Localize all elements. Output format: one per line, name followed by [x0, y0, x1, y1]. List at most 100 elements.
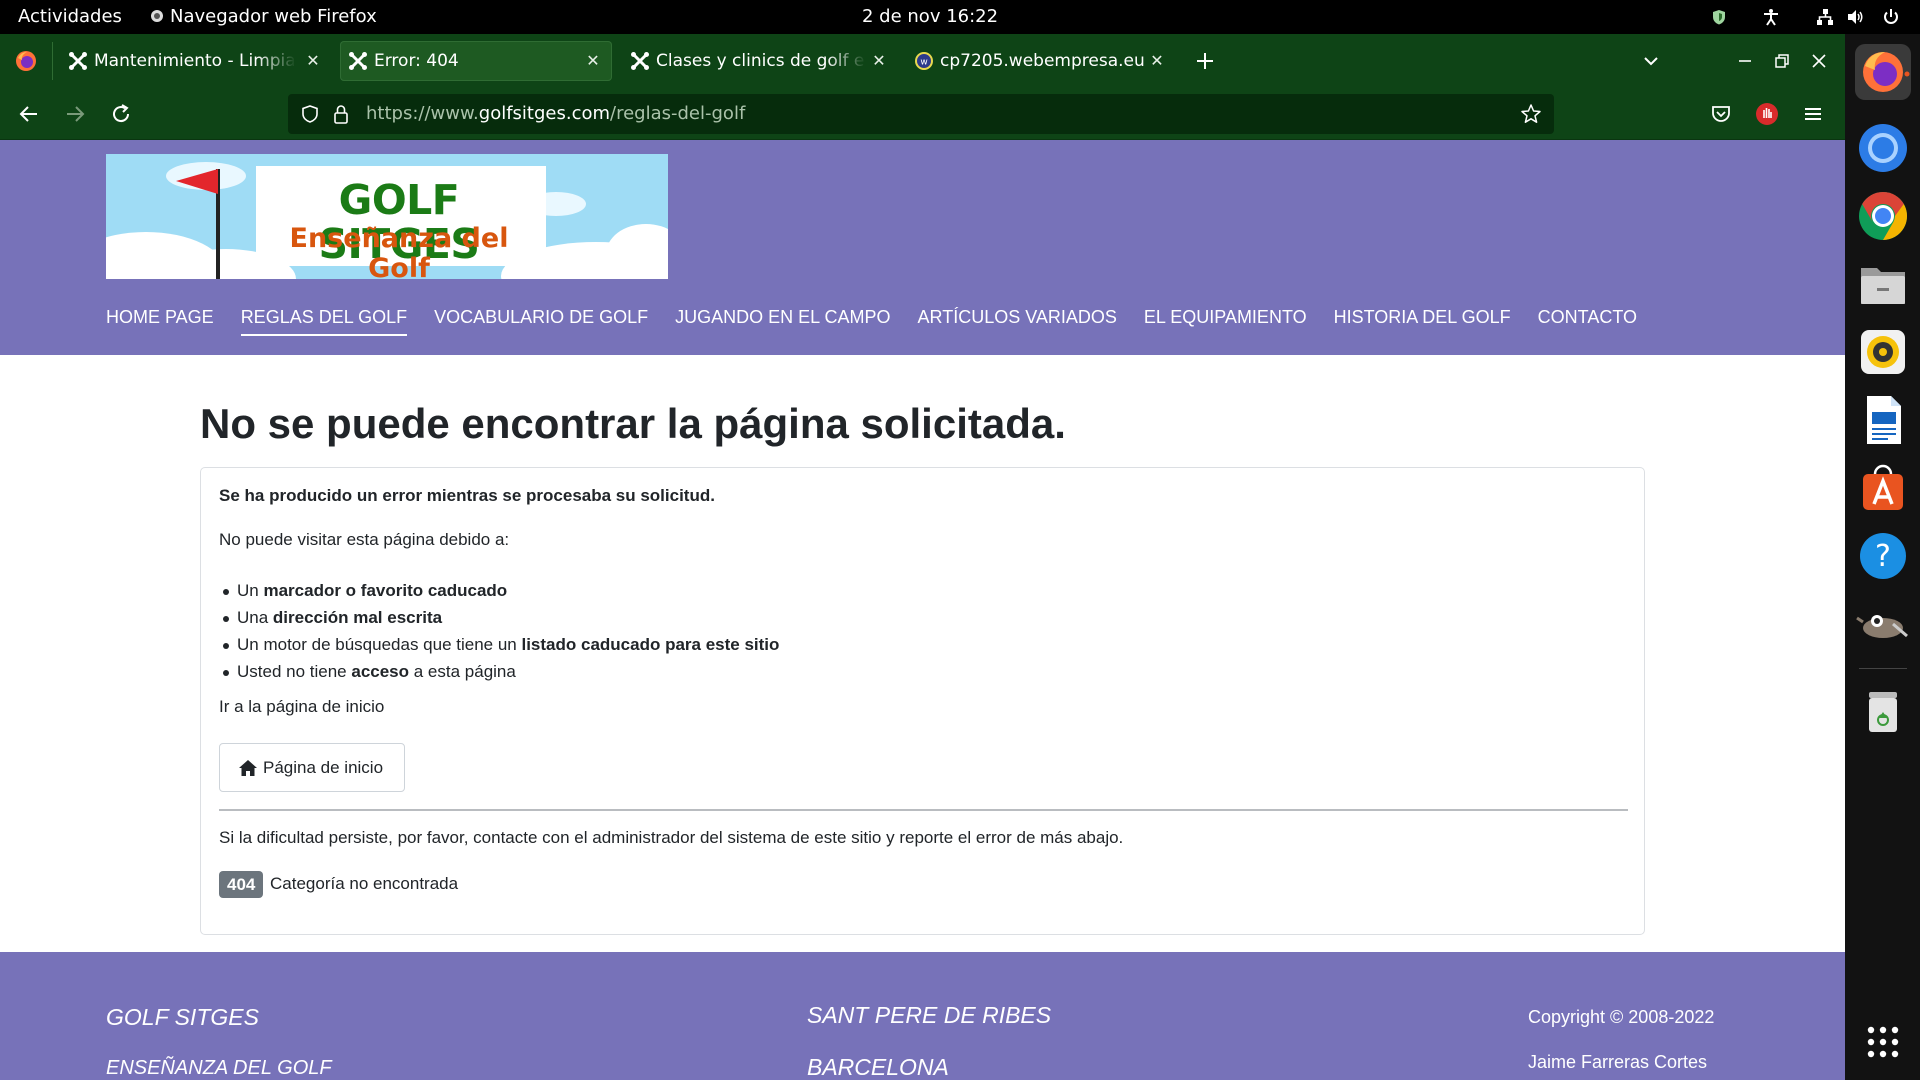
dock-trash[interactable]: [1855, 684, 1911, 740]
navigation-toolbar: https://www.golfsitges.com/reglas-del-go…: [0, 88, 1845, 140]
url-path: /reglas-del-golf: [610, 103, 746, 124]
joomla-icon: [631, 52, 649, 70]
dock-gimp[interactable]: [1855, 596, 1911, 652]
menu-item-jugando-en-el-campo[interactable]: JUGANDO EN EL CAMPO: [675, 306, 890, 336]
joomla-icon: [69, 52, 87, 70]
tab-list-chevron-down-icon[interactable]: [1642, 52, 1660, 70]
accessibility-icon[interactable]: [1762, 8, 1780, 26]
close-icon[interactable]: ✕: [870, 51, 888, 71]
main-menu: HOME PAGE REGLAS DEL GOLF VOCABULARIO DE…: [106, 306, 1664, 336]
trash-icon: [1869, 692, 1897, 732]
dock-rhythmbox[interactable]: [1855, 324, 1911, 380]
footer-col2-line1: SANT PERE DE RIBES: [807, 1002, 1052, 1028]
menu-item-home-page[interactable]: HOME PAGE: [106, 306, 214, 336]
extension-icon[interactable]: [1754, 101, 1780, 127]
list-item: Usted no tiene acceso a esta página: [219, 658, 779, 685]
reason-emphasis: acceso: [351, 662, 410, 681]
chrome-icon: [1859, 192, 1908, 240]
error-intro: Se ha producido un error mientras se pro…: [219, 486, 715, 505]
footer-col1-line1: GOLF SITGES: [106, 1004, 259, 1030]
menu-item-el-equipamiento[interactable]: EL EQUIPAMIENTO: [1144, 306, 1307, 336]
menu-item-vocabulario-de-golf[interactable]: VOCABULARIO DE GOLF: [434, 306, 648, 336]
firefox-small-icon: [151, 10, 163, 22]
system-top-bar: Actividades Navegador web Firefox 2 de n…: [0, 0, 1920, 34]
minimize-icon[interactable]: [1736, 52, 1754, 70]
tab-2[interactable]: Clases y clinics de golf en ✕: [622, 41, 894, 81]
new-tab-icon[interactable]: [1196, 52, 1214, 70]
lock-icon[interactable]: [332, 103, 350, 125]
clock[interactable]: 2 de nov 16:22: [862, 7, 998, 27]
reason-text: Usted no tiene: [237, 662, 352, 681]
home-button-label: Página de inicio: [263, 758, 384, 777]
url-bar[interactable]: https://www.golfsitges.com/reglas-del-go…: [288, 94, 1554, 134]
menu-item-articulos-variados[interactable]: ARTÍCULOS VARIADOS: [918, 306, 1117, 336]
tab-fade: [826, 41, 866, 81]
divider: [219, 809, 1628, 811]
app-menu[interactable]: Navegador web Firefox: [150, 7, 377, 27]
power-icon[interactable]: [1882, 8, 1900, 26]
app-name: Navegador web Firefox: [170, 6, 377, 27]
list-item: Un marcador o favorito caducado: [219, 577, 779, 604]
activities-button[interactable]: Actividades: [18, 7, 122, 27]
footer-col1-line2: ENSEÑANZA DEL GOLF: [106, 1057, 332, 1079]
tab-1[interactable]: Error: 404 ✕: [340, 41, 612, 81]
joomla-icon: [349, 52, 367, 70]
error-card: Se ha producido un error mientras se pro…: [200, 467, 1645, 935]
reason-emphasis: dirección mal escrita: [272, 608, 443, 627]
chromium-icon: [1859, 124, 1907, 172]
dock-files[interactable]: [1855, 256, 1911, 312]
list-item: Un motor de búsquedas que tiene un lista…: [219, 631, 779, 658]
tab-label: cp7205.webempresa.eu: [940, 51, 1145, 71]
menu-item-historia-del-golf[interactable]: HISTORIA DEL GOLF: [1334, 306, 1511, 336]
show-apps-icon: [1867, 1026, 1899, 1058]
dock-writer[interactable]: [1855, 392, 1911, 448]
url-scheme: https://www.: [366, 103, 479, 124]
dock-chromium[interactable]: [1855, 120, 1911, 176]
error-reason-lead: No puede visitar esta página debido a:: [219, 530, 510, 549]
reason-text: a esta página: [409, 662, 516, 681]
dock-show-apps[interactable]: [1855, 1014, 1911, 1070]
home-icon: [239, 760, 257, 776]
error-reasons-list: Un marcador o favorito caducado Una dire…: [219, 577, 779, 685]
url-text[interactable]: https://www.golfsitges.com/reglas-del-go…: [366, 104, 745, 124]
page-title: No se puede encontrar la página solicita…: [200, 400, 1066, 447]
firefox-icon: [1863, 52, 1910, 92]
hamburger-menu-icon[interactable]: [1800, 101, 1826, 127]
reason-emphasis: marcador o favorito caducado: [263, 581, 508, 600]
restore-icon[interactable]: [1773, 52, 1791, 70]
tracking-shield-icon[interactable]: [300, 104, 320, 124]
shield-status-icon[interactable]: [1710, 8, 1728, 26]
dock-firefox[interactable]: [1855, 44, 1911, 100]
bookmark-star-icon[interactable]: [1520, 103, 1542, 125]
close-icon[interactable]: ✕: [584, 51, 602, 71]
site-logo[interactable]: GOLF SITGES Enseñanza del Golf: [106, 154, 668, 279]
forward-arrow-icon[interactable]: [62, 101, 88, 127]
dock-separator: [1859, 668, 1907, 669]
network-icon[interactable]: [1816, 8, 1834, 26]
close-icon[interactable]: ✕: [304, 51, 322, 71]
menu-item-reglas-del-golf[interactable]: REGLAS DEL GOLF: [240, 306, 408, 336]
firefox-view-icon[interactable]: [15, 50, 37, 72]
close-window-icon[interactable]: [1810, 52, 1828, 70]
close-icon[interactable]: ✕: [1148, 51, 1166, 71]
tab-fade: [256, 41, 296, 81]
writer-icon: [1867, 396, 1901, 444]
site-header: GOLF SITGES Enseñanza del Golf HOME PAGE…: [0, 140, 1845, 355]
footer-author: Jaime Farreras Cortes: [1528, 1052, 1708, 1072]
home-page-button[interactable]: Página de inicio: [219, 743, 405, 792]
dock-help[interactable]: ?: [1855, 528, 1911, 584]
back-arrow-icon[interactable]: [16, 101, 42, 127]
pocket-icon[interactable]: [1708, 101, 1734, 127]
svg-text:w: w: [920, 58, 927, 68]
menu-item-contacto[interactable]: CONTACTO: [1538, 306, 1637, 336]
logo-subtitle: Enseñanza del Golf: [289, 223, 509, 280]
go-home-text: Ir a la página de inicio: [219, 697, 385, 716]
main-content: No se puede encontrar la página solicita…: [0, 355, 1845, 952]
volume-icon[interactable]: [1846, 8, 1864, 26]
reload-icon[interactable]: [108, 101, 134, 127]
tab-0[interactable]: Mantenimiento - Limpiar ✕: [60, 41, 328, 81]
site-footer: GOLF SITGES ENSEÑANZA DEL GOLF SANT PERE…: [0, 952, 1845, 1080]
tab-3[interactable]: w cp7205.webempresa.eu ✕: [906, 41, 1178, 81]
dock-chrome[interactable]: [1855, 188, 1911, 244]
dock-app-center[interactable]: [1855, 460, 1911, 516]
